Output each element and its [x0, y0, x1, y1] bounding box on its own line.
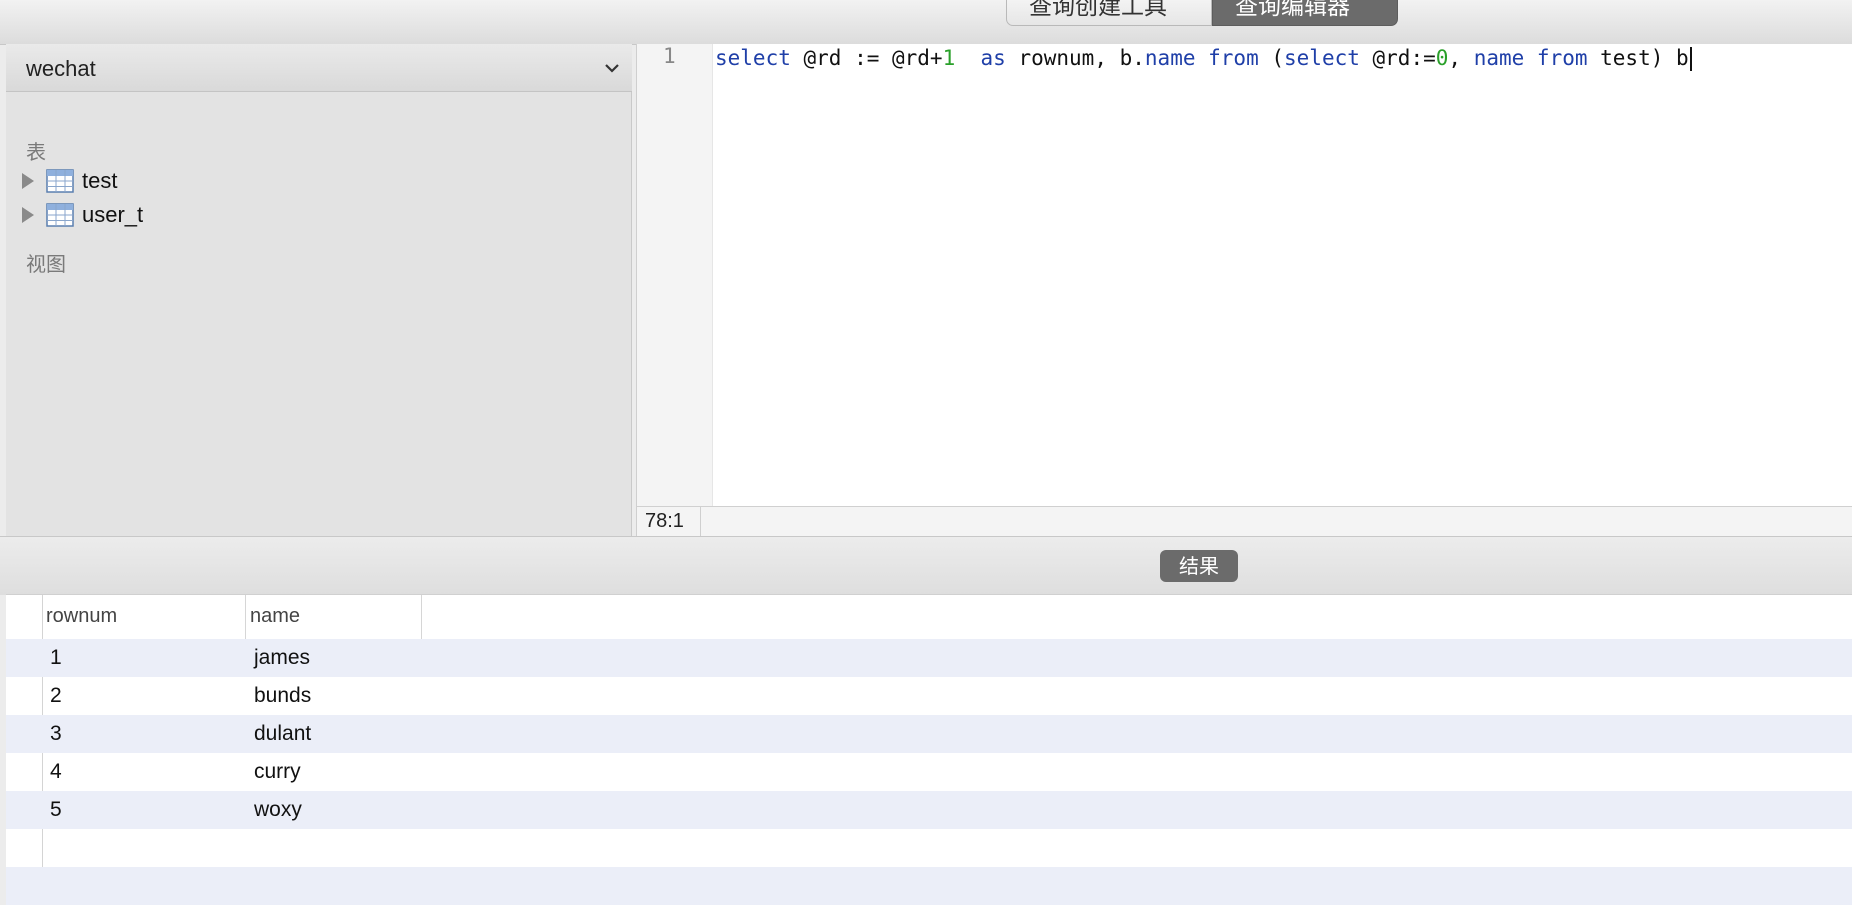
table-row[interactable]: 3 dulant [42, 715, 1852, 753]
row-gutter-cell[interactable] [6, 639, 42, 677]
row-gutter-cell[interactable] [6, 753, 42, 791]
sql-editor[interactable]: 1 select @rd := @rd+1 as rownum, b.name … [636, 44, 1852, 506]
cell-rownum[interactable]: 3 [42, 722, 246, 746]
cell-name[interactable]: bunds [246, 684, 422, 708]
mode-segmented-control: 查询创建工具 查询编辑器 [1006, 0, 1398, 26]
database-sidebar: wechat 表 test user_t 视图 [6, 44, 636, 576]
row-gutter-cell[interactable] [6, 829, 42, 867]
status-divider [700, 507, 701, 537]
tree-item-user-t[interactable]: user_t [20, 198, 143, 232]
results-bar: 结果 [0, 536, 1852, 595]
row-gutter-cell[interactable] [6, 677, 42, 715]
cell-name[interactable]: dulant [246, 722, 422, 746]
toolbar: 查询创建工具 查询编辑器 [0, 0, 1852, 45]
row-selector-gutter [6, 595, 43, 905]
table-icon [46, 203, 74, 227]
cell-name[interactable]: curry [246, 760, 422, 784]
sql-code-line[interactable]: select @rd := @rd+1 as rownum, b.name fr… [715, 44, 1692, 72]
table-row[interactable]: 4 curry [42, 753, 1852, 791]
row-gutter-cell[interactable] [6, 791, 42, 829]
editor-status-bar: 78:1 [636, 506, 1852, 537]
tab-query-editor[interactable]: 查询编辑器 [1212, 0, 1398, 26]
table-row[interactable] [42, 867, 1852, 905]
table-row[interactable]: 2 bunds [42, 677, 1852, 715]
disclosure-triangle-icon[interactable] [20, 172, 36, 190]
column-header-rownum[interactable]: rownum [42, 595, 246, 639]
row-gutter-cell[interactable] [6, 715, 42, 753]
object-tree: 表 test user_t 视图 [6, 92, 632, 536]
cell-rownum[interactable]: 5 [42, 798, 246, 822]
views-section-label: 视图 [26, 252, 66, 276]
database-select-value: wechat [26, 56, 96, 81]
disclosure-triangle-icon[interactable] [20, 206, 36, 224]
column-header-name[interactable]: name [246, 595, 422, 639]
tree-item-test[interactable]: test [20, 164, 117, 198]
tab-results[interactable]: 结果 [1160, 550, 1238, 582]
table-icon [46, 169, 74, 193]
cell-name[interactable]: woxy [246, 798, 422, 822]
cell-name[interactable]: james [246, 646, 422, 670]
table-row[interactable]: 5 woxy [42, 791, 1852, 829]
tab-query-builder[interactable]: 查询创建工具 [1006, 0, 1212, 26]
text-caret [1689, 47, 1692, 71]
tables-section-label: 表 [26, 140, 46, 164]
row-gutter-cell[interactable] [6, 867, 42, 905]
line-number-gutter: 1 [637, 44, 713, 506]
database-select[interactable]: wechat [6, 44, 632, 92]
table-row[interactable]: 1 james [42, 639, 1852, 677]
results-grid: rownum name 1 james 2 bunds 3 dulant 4 curry 5 wo… [6, 594, 1852, 905]
chevron-down-icon [605, 64, 619, 73]
cell-rownum[interactable]: 4 [42, 760, 246, 784]
cell-rownum[interactable]: 1 [42, 646, 246, 670]
cell-rownum[interactable]: 2 [42, 684, 246, 708]
table-row[interactable] [42, 829, 1852, 867]
grid-header: rownum name [42, 595, 1852, 640]
tree-item-label: test [82, 168, 118, 193]
line-number: 1 [663, 44, 676, 68]
cursor-position: 78:1 [645, 510, 684, 532]
tree-item-label: user_t [82, 202, 144, 227]
